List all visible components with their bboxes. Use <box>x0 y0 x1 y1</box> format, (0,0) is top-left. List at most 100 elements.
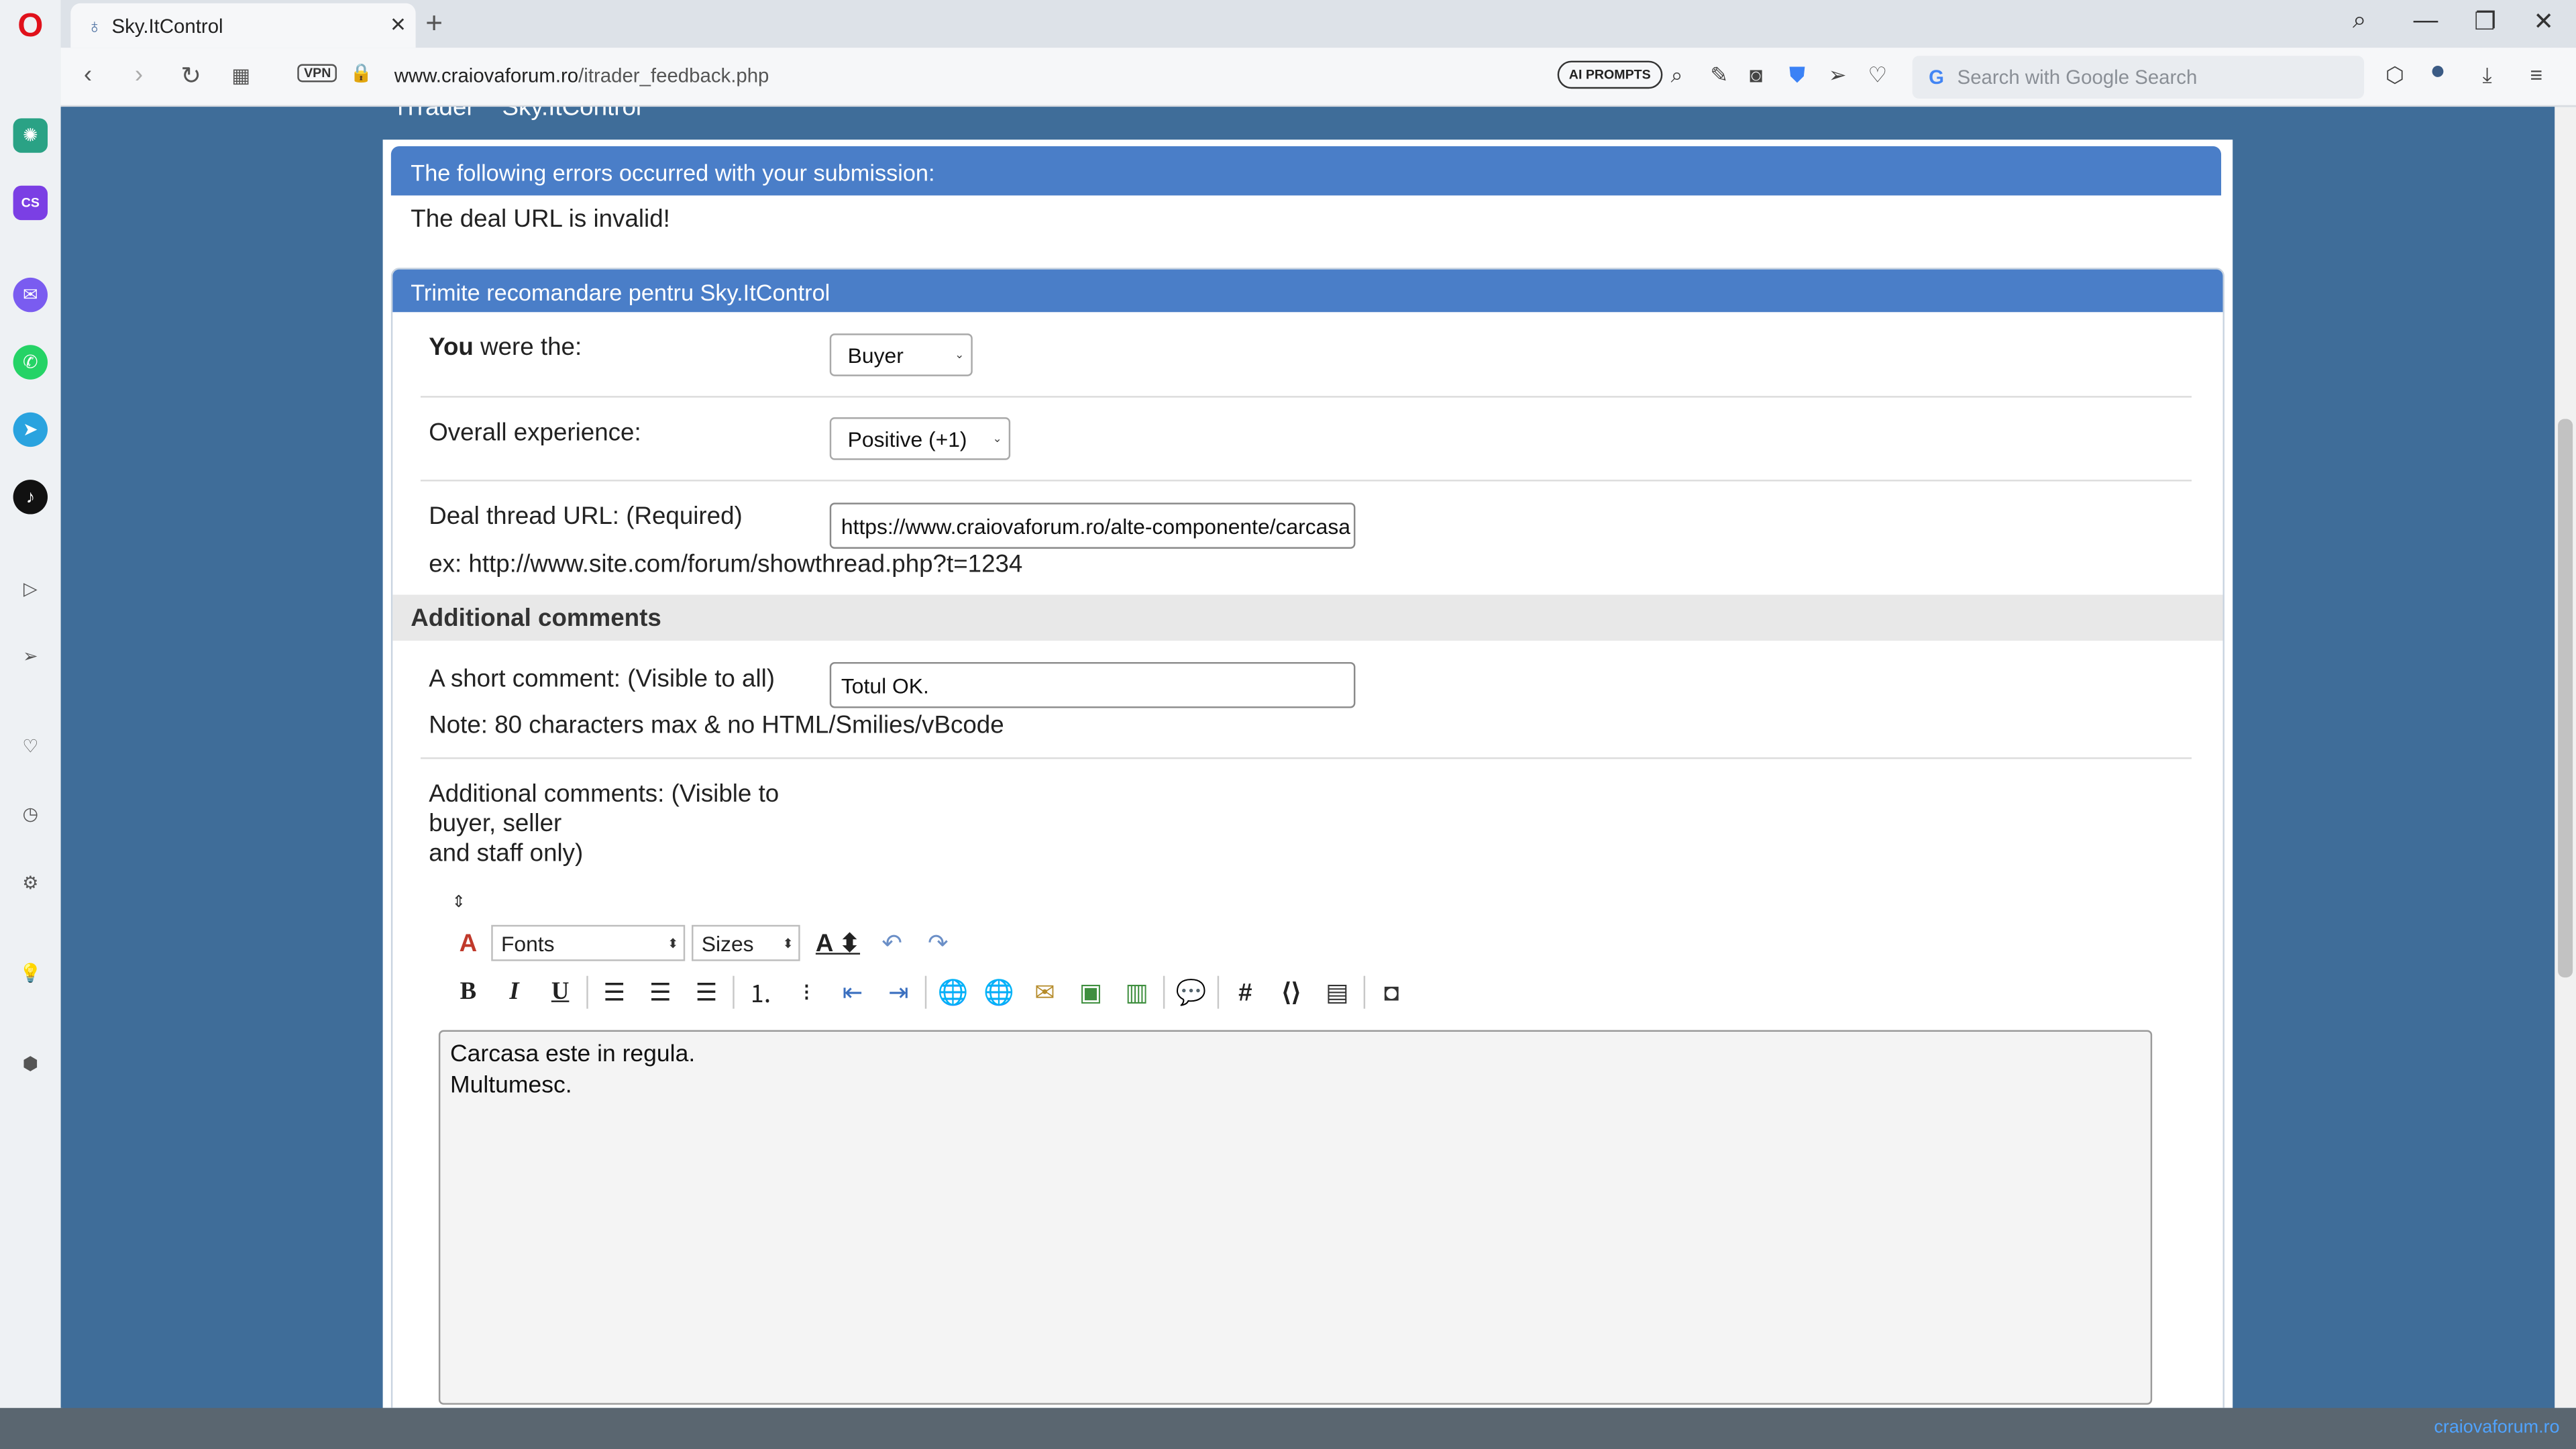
insert-image-icon[interactable]: ▣ <box>1068 973 1114 1012</box>
outdent-icon[interactable]: ⇤ <box>830 973 876 1012</box>
status-bar: craiovaforum.ro <box>0 1407 2576 1449</box>
tiktok-icon[interactable]: ♪ <box>13 480 48 515</box>
camera-icon[interactable]: ◙ <box>1750 62 1762 87</box>
maximize-icon[interactable]: ❐ <box>2474 7 2496 36</box>
short-comment-label: A short comment: (Visible to all) <box>429 665 775 694</box>
page-scrollbar[interactable] <box>2555 107 2576 1408</box>
align-right-icon[interactable]: ☰ <box>684 973 730 1012</box>
insert-link-icon[interactable]: 🌐 <box>930 973 976 1012</box>
align-left-icon[interactable]: ☰ <box>592 973 638 1012</box>
role-label-bold: You <box>429 333 474 362</box>
new-tab-button[interactable]: + <box>425 7 443 41</box>
tab-sky-itcontrol[interactable]: ♁ Sky.ItControl × <box>70 3 416 48</box>
redo-icon[interactable]: ↷ <box>915 923 961 963</box>
font-select[interactable]: Fonts ⬍ <box>491 924 686 961</box>
lightbulb-icon[interactable]: 💡 <box>13 956 48 990</box>
code-icon[interactable]: ⟨⟩ <box>1269 973 1315 1012</box>
feedback-panel: The following errors occurred with your … <box>382 140 2233 1408</box>
menu-icon[interactable]: ≡ <box>2530 62 2542 87</box>
bold-icon[interactable]: B <box>445 973 492 1012</box>
edit-icon[interactable]: ✎ <box>1710 62 1728 89</box>
underline-icon[interactable]: U <box>537 973 584 1012</box>
chatgpt-icon[interactable]: ✺ <box>13 118 48 153</box>
speed-dial-icon[interactable]: ▦ <box>231 64 250 87</box>
extensions-icon[interactable]: ⬢ <box>13 1046 48 1081</box>
deal-url-input[interactable]: https://www.craiovaforum.ro/alte-compone… <box>829 502 1356 549</box>
close-window-icon[interactable]: ✕ <box>2533 7 2554 36</box>
chevron-down-icon: ⌄ <box>955 350 965 362</box>
align-center-icon[interactable]: ☰ <box>637 973 684 1012</box>
tab-search-icon[interactable]: ⌕ <box>2353 7 2367 35</box>
breadcrumb: iTrader Sky.ItControl <box>398 107 641 121</box>
download-icon[interactable]: ⤓ <box>2482 62 2491 89</box>
font-color-icon[interactable]: A ⬍ <box>806 923 869 963</box>
settings-icon[interactable]: ⚙ <box>13 866 48 900</box>
role-select[interactable]: Buyer ⌄ <box>829 333 973 376</box>
back-icon[interactable]: ‹ <box>84 61 92 89</box>
php-icon[interactable]: ▤ <box>1314 973 1360 1012</box>
indent-icon[interactable]: ⇥ <box>875 973 922 1012</box>
shield-icon[interactable]: ⛊ <box>1789 62 1805 89</box>
heart-icon[interactable]: ♡ <box>1868 62 1888 89</box>
editor-toolbar-bottom: B I U ☰ ☰ ☰ ⒈ ⁝ ⇤ ⇥ 🌐 🌐 ✉ ▣ ▥ 💬 # ⟨⟩ ▤ ◘ <box>445 973 1415 1012</box>
google-icon: G <box>1929 65 1945 89</box>
insert-video-icon[interactable]: ▥ <box>1114 973 1160 1012</box>
minimize-icon[interactable]: — <box>2414 7 2438 35</box>
screenshot-icon[interactable]: ◘ <box>1368 973 1415 1012</box>
search-placeholder: Search with Google Search <box>1957 65 2198 89</box>
telegram-icon[interactable]: ➤ <box>13 412 48 447</box>
url-field[interactable]: www.craiovaforum.ro/itrader_feedback.php <box>394 64 769 87</box>
opera-logo-icon[interactable]: O <box>13 8 48 44</box>
ai-prompts-button[interactable]: AI PROMPTS <box>1557 60 1662 89</box>
chevron-updown-icon: ⬍ <box>782 935 794 951</box>
lock-icon[interactable]: 🔒 <box>350 62 373 84</box>
editor-line: Carcasa este in regula. <box>450 1041 696 1068</box>
undo-icon[interactable]: ↶ <box>869 923 916 963</box>
close-tab-icon[interactable]: × <box>390 11 406 40</box>
lens-icon[interactable]: ⌕ <box>1671 62 1683 89</box>
breadcrumb-itrader[interactable]: iTrader <box>398 107 475 121</box>
breadcrumb-user[interactable]: Sky.ItControl <box>502 107 642 121</box>
additional-label-line3: and staff only) <box>429 839 584 868</box>
profile-icon[interactable]: ● <box>2430 58 2446 87</box>
toolbar-separator <box>733 975 735 1009</box>
remove-format-icon[interactable]: A <box>445 923 492 963</box>
size-select-value: Sizes <box>701 930 754 956</box>
additional-label-line1: Additional comments: (Visible to <box>429 780 780 808</box>
size-select[interactable]: Sizes ⬍ <box>692 924 800 961</box>
ordered-list-icon[interactable]: ⒈ <box>738 973 784 1012</box>
italic-icon[interactable]: I <box>491 973 537 1012</box>
send-icon[interactable]: ➢ <box>1829 62 1847 89</box>
role-label-rest: were the: <box>473 333 582 362</box>
short-comment-note: Note: 80 characters max & no HTML/Smilie… <box>429 711 1004 740</box>
cs-icon[interactable]: CS <box>13 185 48 221</box>
reload-icon[interactable]: ↻ <box>180 61 201 91</box>
forward-icon[interactable]: › <box>135 61 143 89</box>
short-comment-input[interactable]: Totul OK. <box>829 661 1356 708</box>
additional-comments-section: Additional comments <box>392 594 2223 641</box>
error-header: The following errors occurred with your … <box>390 146 2222 196</box>
messenger-icon[interactable]: ✉ <box>13 277 48 313</box>
history-icon[interactable]: ◷ <box>13 797 48 831</box>
hash-icon[interactable]: # <box>1222 973 1269 1012</box>
unordered-list-icon[interactable]: ⁝ <box>784 973 830 1012</box>
chevron-down-icon: ⌄ <box>992 433 1002 445</box>
player-icon[interactable]: ▷ <box>13 572 48 606</box>
additional-comments-label: Additional comments: (Visible to buyer, … <box>429 780 779 869</box>
remove-link-icon[interactable]: 🌐 <box>976 973 1022 1012</box>
role-select-value: Buyer <box>847 342 904 368</box>
heart-icon[interactable]: ♡ <box>13 729 48 763</box>
search-input[interactable]: G Search with Google Search <box>1912 56 2365 99</box>
experience-select[interactable]: Positive (+1) ⌄ <box>829 417 1011 460</box>
send-icon[interactable]: ➢ <box>13 639 48 674</box>
whatsapp-icon[interactable]: ✆ <box>13 345 48 380</box>
divider <box>420 480 2192 482</box>
additional-comments-editor[interactable]: Carcasa este in regula. Multumesc. <box>438 1030 2153 1405</box>
quote-icon[interactable]: 💬 <box>1168 973 1214 1012</box>
editor-resize-toggle-icon[interactable]: ⇕ <box>451 882 466 922</box>
vpn-badge[interactable]: VPN <box>297 64 338 83</box>
scrollbar-thumb[interactable] <box>2558 419 2573 978</box>
divider <box>420 757 2192 759</box>
box-icon[interactable]: ⬡ <box>2385 62 2404 89</box>
email-link-icon[interactable]: ✉ <box>1022 973 1068 1012</box>
